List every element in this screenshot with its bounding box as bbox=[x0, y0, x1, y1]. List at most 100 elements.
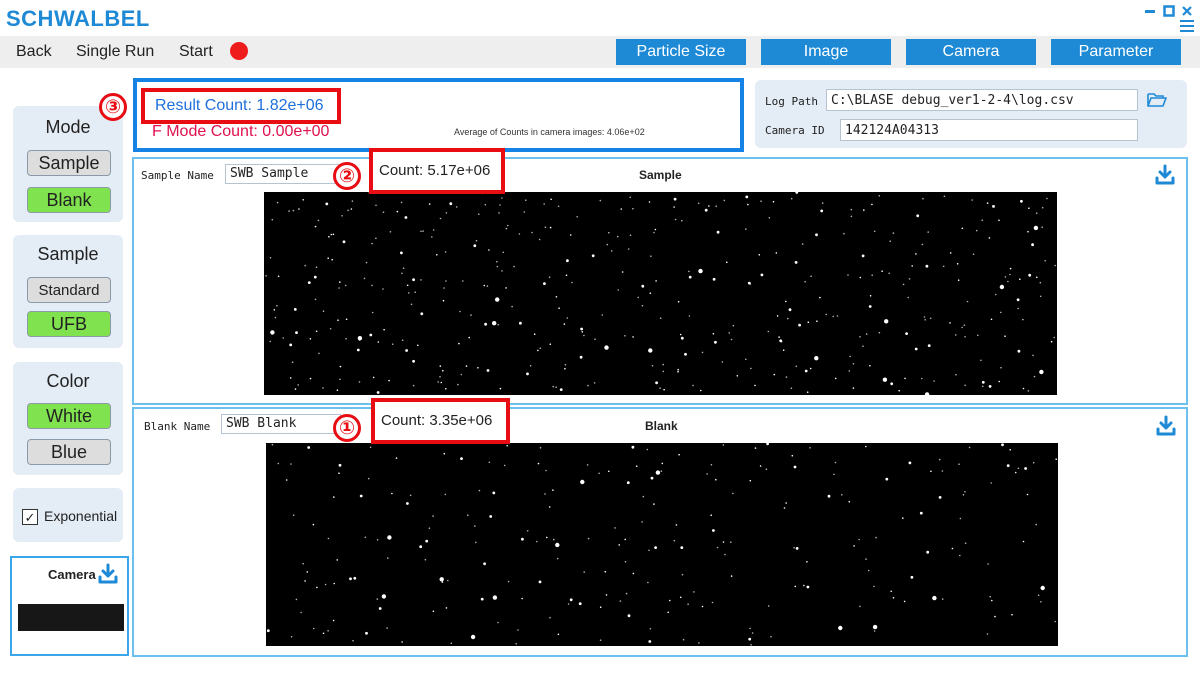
particle-speck bbox=[349, 577, 352, 581]
particle-speck bbox=[277, 462, 280, 465]
particle-speck bbox=[834, 461, 837, 464]
particle-speck bbox=[714, 340, 717, 344]
particle-speck bbox=[295, 598, 298, 601]
particle-speck bbox=[424, 558, 427, 561]
particle-speck bbox=[858, 538, 860, 541]
particle-speck bbox=[276, 304, 278, 307]
particle-speck bbox=[819, 296, 821, 299]
particle-speck bbox=[903, 600, 906, 603]
particle-speck bbox=[436, 254, 438, 256]
sample-standard-button[interactable]: Standard bbox=[27, 277, 111, 303]
particle-speck bbox=[337, 319, 339, 321]
particle-speck bbox=[908, 461, 912, 465]
particle-speck bbox=[506, 444, 508, 447]
color-group: Color White Blue bbox=[13, 362, 123, 475]
tab-image[interactable]: Image bbox=[761, 39, 891, 65]
color-blue-button[interactable]: Blue bbox=[27, 439, 111, 465]
particle-speck bbox=[271, 218, 274, 221]
sample-title: Sample bbox=[37, 244, 99, 264]
sample-count-text: Count: 5.17e+06 bbox=[369, 148, 505, 194]
blank-image-panel: Blank Name SWB Blank Blank bbox=[132, 407, 1188, 657]
particle-speck bbox=[576, 216, 578, 218]
particle-speck bbox=[307, 446, 311, 449]
color-white-button[interactable]: White bbox=[27, 403, 111, 429]
mode-sample-button[interactable]: Sample bbox=[27, 150, 111, 176]
particle-speck bbox=[302, 562, 304, 565]
particle-speck bbox=[990, 482, 992, 484]
particle-speck bbox=[659, 387, 661, 389]
particle-speck bbox=[1000, 311, 1002, 314]
particle-speck bbox=[501, 197, 503, 199]
tab-parameter[interactable]: Parameter bbox=[1051, 39, 1181, 65]
particle-speck bbox=[381, 594, 387, 599]
particle-speck bbox=[566, 259, 569, 263]
particle-speck bbox=[405, 349, 408, 352]
particle-speck bbox=[678, 453, 680, 456]
blank-download-button[interactable] bbox=[1155, 415, 1177, 437]
exponential-checkbox[interactable]: ✓ bbox=[22, 509, 38, 525]
particle-speck bbox=[372, 376, 375, 379]
browse-folder-button[interactable] bbox=[1146, 90, 1168, 110]
particle-speck bbox=[1028, 273, 1032, 277]
close-button[interactable] bbox=[1180, 4, 1194, 18]
blank-name-input[interactable]: SWB Blank bbox=[221, 414, 341, 434]
particle-speck bbox=[776, 315, 779, 317]
particle-speck bbox=[923, 316, 926, 318]
particle-speck bbox=[661, 462, 664, 465]
particle-speck bbox=[745, 358, 747, 361]
blank-count-text: Count: 3.35e+06 bbox=[371, 398, 510, 444]
hamburger-menu-button[interactable] bbox=[1178, 18, 1196, 34]
particle-speck bbox=[875, 536, 877, 539]
particle-speck bbox=[673, 539, 676, 542]
maximize-button[interactable] bbox=[1162, 4, 1176, 18]
tab-particle-size[interactable]: Particle Size bbox=[616, 39, 746, 65]
particle-speck bbox=[681, 219, 683, 222]
particle-speck bbox=[1009, 273, 1011, 276]
particle-speck bbox=[604, 570, 607, 573]
particle-speck bbox=[910, 575, 914, 579]
start-menu[interactable]: Start bbox=[179, 43, 213, 61]
particle-speck bbox=[371, 284, 373, 287]
sample-ufb-button[interactable]: UFB bbox=[27, 311, 111, 337]
particle-speck bbox=[814, 356, 819, 361]
camera-download-button[interactable] bbox=[97, 563, 119, 585]
sample-name-input[interactable]: SWB Sample bbox=[225, 164, 341, 184]
particle-speck bbox=[721, 361, 724, 363]
particle-speck bbox=[298, 208, 300, 210]
particle-speck bbox=[768, 217, 771, 219]
particle-speck bbox=[688, 315, 691, 317]
particle-speck bbox=[1014, 471, 1017, 474]
particle-speck bbox=[994, 293, 997, 296]
particle-speck bbox=[701, 351, 704, 354]
particle-speck bbox=[317, 219, 320, 222]
particle-speck bbox=[825, 313, 827, 316]
back-menu[interactable]: Back bbox=[16, 43, 52, 61]
particle-speck bbox=[848, 500, 851, 503]
camera-id-input[interactable]: 142124A04313 bbox=[840, 119, 1138, 141]
particle-speck bbox=[583, 334, 585, 337]
particle-speck bbox=[949, 252, 952, 254]
particle-speck bbox=[922, 197, 924, 200]
particle-speck bbox=[629, 196, 631, 199]
particle-speck bbox=[526, 530, 529, 532]
particle-speck bbox=[687, 603, 689, 605]
tab-camera[interactable]: Camera bbox=[906, 39, 1036, 65]
particle-speck bbox=[477, 367, 479, 369]
particle-speck bbox=[274, 316, 277, 319]
particle-speck bbox=[1027, 230, 1029, 233]
particle-speck bbox=[648, 640, 652, 643]
sample-download-button[interactable] bbox=[1154, 164, 1176, 186]
minimize-button[interactable] bbox=[1143, 4, 1157, 18]
particle-speck bbox=[601, 314, 604, 316]
log-path-input[interactable]: C:\BLASE debug_ver1-2-4\log.csv bbox=[826, 89, 1138, 111]
single-run-menu[interactable]: Single Run bbox=[76, 43, 154, 61]
particle-speck bbox=[580, 327, 583, 331]
particle-speck bbox=[1039, 295, 1042, 298]
mode-blank-button[interactable]: Blank bbox=[27, 187, 111, 213]
particle-speck bbox=[352, 639, 354, 642]
particle-speck bbox=[492, 595, 498, 600]
particle-speck bbox=[959, 554, 961, 557]
particle-speck bbox=[489, 515, 493, 518]
particle-speck bbox=[631, 445, 635, 449]
particle-speck bbox=[680, 546, 684, 549]
